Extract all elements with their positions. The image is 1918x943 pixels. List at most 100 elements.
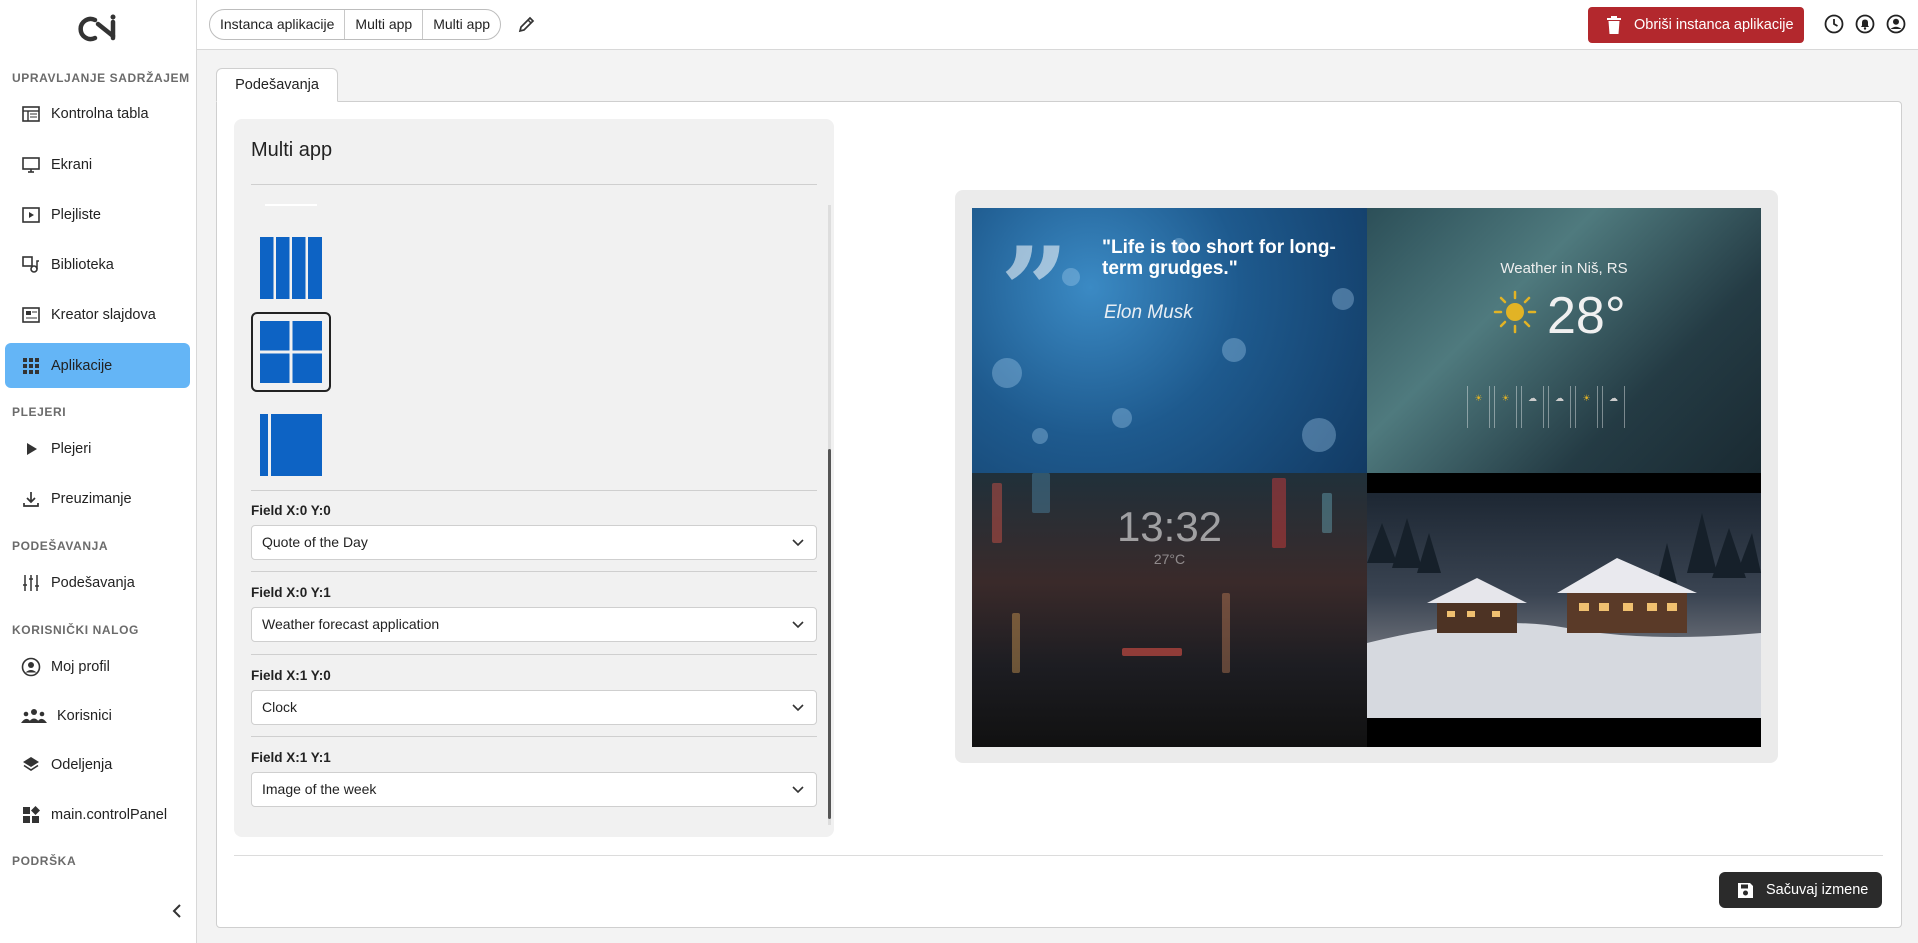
forecast-day: ☀ — [1467, 386, 1490, 428]
users-icon — [21, 706, 47, 726]
sidebar-item-settings[interactable]: Podešavanja — [5, 560, 190, 605]
sidebar-item-slide-creator[interactable]: Kreator slajdova — [5, 292, 190, 337]
layout-option-sidebar-main[interactable] — [251, 405, 331, 485]
topbar: Instanca aplikacije Multi app Multi app … — [197, 0, 1918, 50]
sidebar-item-label: Preuzimanje — [51, 490, 132, 507]
layers-icon — [21, 755, 41, 775]
sun-icon — [1493, 290, 1537, 334]
widgets-icon — [21, 805, 41, 825]
divider — [251, 490, 817, 491]
chevron-down-icon — [792, 704, 804, 712]
section-heading-settings: PODEŠAVANJA — [12, 539, 109, 553]
multi-app-preview: ” "Life is too short for long-term grudg… — [972, 208, 1761, 747]
download-icon — [21, 489, 41, 509]
notification-bell-icon[interactable] — [1854, 13, 1876, 35]
delete-button-label: Obriši instanca aplikacije — [1634, 17, 1794, 33]
bokeh-light — [1302, 418, 1336, 452]
sidebar-item-label: Ekrani — [51, 156, 93, 173]
breadcrumb-item[interactable]: Multi app — [345, 10, 424, 39]
sidebar-item-dashboard[interactable]: Kontrolna tabla — [5, 91, 190, 136]
section-heading-account: KORISNIČKI NALOG — [12, 623, 139, 637]
sidebar-item-users[interactable]: Korisnici — [5, 693, 190, 738]
field-select-x0-y1[interactable]: Weather forecast application — [251, 607, 817, 642]
sidebar-item-label: Korisnici — [57, 707, 112, 724]
monitor-icon — [21, 155, 41, 175]
save-button-label: Sačuvaj izmene — [1766, 882, 1869, 898]
forecast-day: ☁ — [1548, 386, 1571, 428]
sidebar: UPRAVLJANJE SADRŽAJEM Kontrolna tabla Ek… — [0, 0, 197, 943]
field-select-x0-y0[interactable]: Quote of the Day — [251, 525, 817, 560]
breadcrumb-item[interactable]: Multi app — [423, 10, 500, 39]
city-light — [1012, 613, 1020, 673]
field-label: Field X:1 Y:1 — [251, 750, 331, 765]
section-heading-players: PLEJERI — [12, 405, 67, 419]
account-icon[interactable] — [1885, 13, 1907, 35]
sidebar-item-label: Moj profil — [51, 658, 110, 675]
field-label: Field X:1 Y:0 — [251, 668, 331, 683]
chevron-down-icon — [792, 539, 804, 547]
preview-image-of-the-week — [1367, 493, 1761, 718]
chevron-left-icon[interactable] — [170, 900, 184, 922]
select-value: Clock — [262, 699, 298, 715]
divider — [251, 184, 817, 185]
sliders-icon — [21, 573, 41, 593]
bokeh-light — [1332, 288, 1354, 310]
profile-icon — [21, 657, 41, 677]
sidebar-item-control-panel[interactable]: main.controlPanel — [5, 792, 190, 837]
weather-title: Weather in Niš, RS — [1500, 260, 1628, 277]
sidebar-item-download[interactable]: Preuzimanje — [5, 476, 190, 521]
apps-grid-icon — [21, 356, 41, 376]
forecast-day: ☀ — [1494, 386, 1517, 428]
field-select-x1-y0[interactable]: Clock — [251, 690, 817, 725]
clock-history-icon[interactable] — [1823, 13, 1845, 35]
play-icon — [21, 439, 41, 459]
breadcrumb-item[interactable]: Instanca aplikacije — [210, 10, 346, 39]
field-label: Field X:0 Y:1 — [251, 585, 331, 600]
tab-settings[interactable]: Podešavanja — [216, 68, 338, 102]
bokeh-light — [1112, 408, 1132, 428]
sidebar-item-screens[interactable]: Ekrani — [5, 142, 190, 187]
delete-instance-button[interactable]: Obriši instanca aplikacije — [1588, 7, 1804, 43]
field-label: Field X:0 Y:0 — [251, 503, 331, 518]
dashboard-icon — [21, 104, 41, 124]
preview-weather: Weather in Niš, RS 28° ☀ ☀ ☁ ☁ ☀ ☁ — [1367, 208, 1761, 473]
section-heading-content: UPRAVLJANJE SADRŽAJEM — [12, 71, 190, 85]
snowy-chalet-image — [1367, 513, 1761, 718]
pencil-edit-icon[interactable] — [517, 14, 537, 34]
select-value: Weather forecast application — [262, 616, 440, 632]
save-changes-button[interactable]: Sačuvaj izmene — [1719, 872, 1882, 908]
sidebar-item-label: Kreator slajdova — [51, 306, 156, 323]
car-light — [1122, 648, 1182, 656]
divider — [251, 736, 817, 737]
city-light — [1222, 593, 1230, 673]
sidebar-item-players[interactable]: Plejeri — [5, 426, 190, 471]
layout-option-four-columns[interactable] — [251, 228, 331, 308]
sidebar-item-departments[interactable]: Odeljenja — [5, 742, 190, 787]
sidebar-item-label: Podešavanja — [51, 574, 135, 591]
app-logo[interactable] — [73, 14, 123, 44]
forecast-day: ☀ — [1575, 386, 1598, 428]
multi-app-settings-panel: Multi app Field X:0 Y:0 Quote of the Day… — [234, 119, 834, 837]
chevron-down-icon — [792, 786, 804, 794]
bokeh-light — [1032, 428, 1048, 444]
four-columns-layout-icon — [260, 237, 322, 299]
field-select-x1-y1[interactable]: Image of the week — [251, 772, 817, 807]
layout-option-grid-2x2[interactable] — [251, 312, 331, 392]
sidebar-item-library[interactable]: Biblioteka — [5, 242, 190, 287]
library-icon — [21, 255, 41, 275]
select-value: Image of the week — [262, 781, 377, 797]
scrollbar-thumb[interactable] — [828, 449, 831, 819]
breadcrumb: Instanca aplikacije Multi app Multi app — [209, 9, 502, 40]
sidebar-item-playlists[interactable]: Plejliste — [5, 192, 190, 237]
divider — [251, 654, 817, 655]
quote-author: Elon Musk — [1104, 302, 1193, 323]
sidebar-item-applications[interactable]: Aplikacije — [5, 343, 190, 388]
weather-temperature: 28° — [1547, 287, 1626, 345]
clock-time: 13:32 — [1116, 503, 1223, 550]
sidebar-item-label: Odeljenja — [51, 756, 113, 773]
sidebar-item-label: Kontrolna tabla — [51, 105, 149, 122]
sidebar-item-label: main.controlPanel — [51, 806, 168, 823]
bokeh-light — [992, 358, 1022, 388]
grid-layout-icon — [260, 321, 322, 383]
sidebar-item-my-profile[interactable]: Moj profil — [5, 644, 190, 689]
